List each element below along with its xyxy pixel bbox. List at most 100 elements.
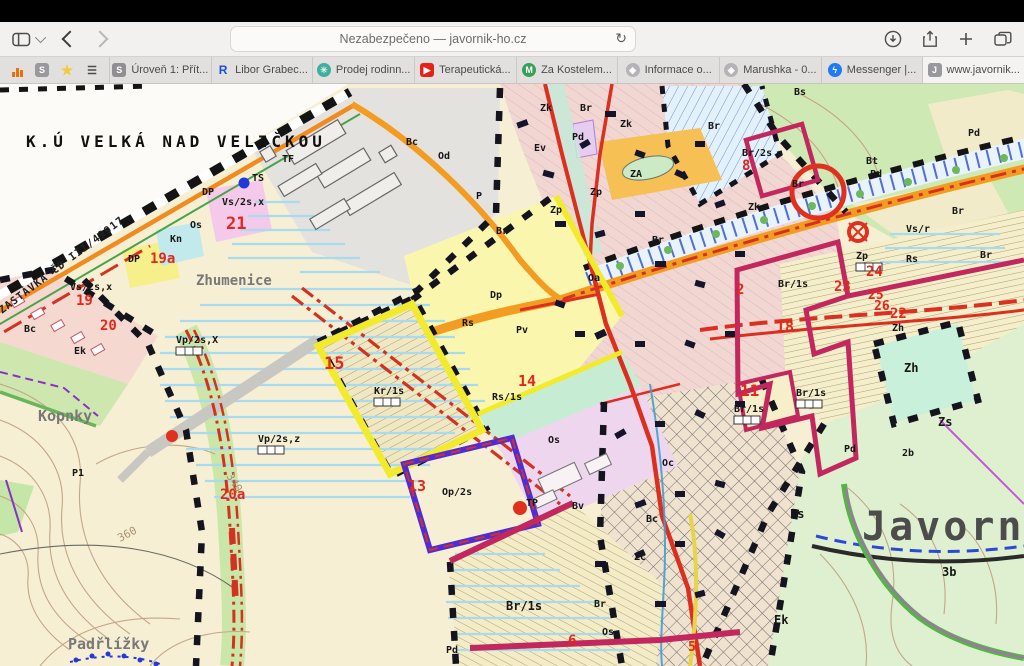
map-label: Kn [170, 234, 182, 245]
map-label: Vp/2s,z [258, 434, 300, 445]
map-label: TS [252, 173, 264, 184]
tab-marushka-0-[interactable]: ◈ Marushka - 0... [719, 57, 821, 83]
map-label: Bc [406, 137, 418, 148]
map-label: 19 [76, 293, 93, 309]
compass-icon: ◈ [626, 63, 640, 77]
map-marker-dot [239, 178, 250, 189]
map-label: Br [980, 250, 992, 261]
tab-label: www.javornik... [947, 64, 1020, 76]
map-label: 22 [890, 306, 907, 322]
map-label: Pd [446, 645, 458, 656]
map-label: Kr/1s [374, 386, 404, 397]
map-label: 8 [742, 158, 750, 174]
tab-label: Terapeutická... [439, 64, 511, 76]
map-label: Br/1s [778, 279, 808, 290]
map-label: 13 [408, 477, 426, 495]
j-badge-icon: J [928, 63, 942, 77]
map-label: Zk [540, 103, 552, 114]
address-text: Nezabezpečeno — javornik-ho.cz [340, 32, 527, 46]
map-label: 18 [776, 318, 794, 336]
browser-window: Nezabezpečeno — javornik-ho.cz ↻ S ★ ☰ SÚr… [0, 0, 1024, 666]
map-label: K.Ú VELKÁ NAD VELIČKOU [26, 132, 326, 151]
map-label: Br [652, 235, 664, 246]
map-label: Padřlížky [68, 635, 149, 653]
tab-label: Libor Grabec... [235, 64, 308, 76]
compass-icon: ◈ [724, 63, 738, 77]
browser-toolbar: Nezabezpečeno — javornik-ho.cz ↻ [0, 22, 1024, 57]
tab--rove-1-p-t-[interactable]: SÚroveň 1: Přít... [109, 57, 211, 83]
map-label: Br [792, 179, 804, 190]
map-label: Pd [572, 132, 584, 143]
tab-label: Prodej rodinn... [336, 64, 411, 76]
map-label: Zh [904, 361, 918, 375]
map-label: Es [790, 507, 804, 521]
map-label: Zk [620, 119, 632, 130]
pinned-tabs: S ★ ☰ [0, 57, 109, 83]
new-tab-icon[interactable] [958, 30, 974, 48]
map-label: Vs/r [906, 224, 930, 235]
map-label: Rs/1s [492, 392, 522, 403]
map-label: Os [602, 627, 614, 638]
tab-informace-o-[interactable]: ◈Informace o... [617, 57, 719, 83]
menu-bar-strip [0, 0, 1024, 22]
tab-terapeutick-[interactable]: ▶Terapeutická... [414, 57, 516, 83]
map-label: Zp [590, 187, 602, 198]
tab-messenger-[interactable]: ϟMessenger |... [821, 57, 923, 83]
map-label: Kopnky [38, 407, 92, 425]
map-label: Bt [866, 156, 878, 167]
tab-overview-icon[interactable] [994, 30, 1012, 48]
map-label: Pd [968, 128, 980, 139]
map-label: Od [438, 151, 450, 162]
map-label: 3b [942, 565, 956, 579]
map-label: 5 [688, 640, 696, 655]
sidebar-icon[interactable] [12, 32, 31, 47]
chevron-down-icon[interactable] [35, 32, 46, 43]
map-label: 2b [902, 448, 914, 459]
map-label: Zp [550, 205, 562, 216]
map-label: 15 [324, 354, 344, 374]
favorites-star-icon[interactable]: ★ [60, 63, 74, 77]
map-label: 26 [874, 299, 890, 314]
map-label: Br/1s [506, 599, 542, 613]
map-label: Pv [516, 325, 528, 336]
map-label: Dp [490, 290, 502, 301]
analytics-icon[interactable] [10, 63, 24, 77]
tab-label: Marushka - 0... [743, 64, 816, 76]
map-label: Bc [24, 324, 36, 335]
tab-za-kostelem-[interactable]: M Za Kostelem... [516, 57, 618, 83]
reload-icon[interactable]: ↻ [615, 30, 627, 47]
map-label: DP [202, 187, 214, 198]
map-label: Zh [892, 323, 904, 334]
globe-teal-icon: ✳ [317, 63, 331, 77]
share-icon[interactable] [922, 30, 938, 48]
tab-prodej-rodinn-[interactable]: ✳ Prodej rodinn... [312, 57, 414, 83]
map-label: Ek [74, 346, 86, 357]
map-label: TF [282, 154, 294, 165]
map-label: Br [496, 226, 508, 237]
map-label: Oa [588, 273, 600, 284]
map-label: Vs/2s,x [222, 197, 264, 208]
map-label: Br [594, 599, 606, 610]
forward-button[interactable] [92, 31, 109, 48]
tab-libor-grabec-[interactable]: RLibor Grabec... [211, 57, 313, 83]
tab-bar: S ★ ☰ SÚroveň 1: Přít...RLibor Grabec... ✳ P… [0, 57, 1024, 84]
tab-www-javornik-[interactable]: Jwww.javornik... [922, 57, 1024, 83]
tab-label: Za Kostelem... [541, 64, 612, 76]
tab-label: Messenger |... [847, 64, 917, 76]
map-label: Vs/2s,x [70, 282, 112, 293]
download-icon[interactable] [884, 30, 902, 48]
zoning-map-canvas[interactable]: K.Ú VELKÁ NAD VELIČKOUZASTÁVKA ČD III/49… [0, 84, 1024, 666]
map-label: Op/2s [442, 487, 472, 498]
m-circle-icon: M [522, 63, 536, 77]
map-label: Bc [646, 514, 658, 525]
back-button[interactable] [62, 31, 79, 48]
map-label: Vp/2s,X [176, 335, 218, 346]
map-viewport[interactable]: K.Ú VELKÁ NAD VELIČKOUZASTÁVKA ČD III/49… [0, 84, 1024, 666]
s-app-icon[interactable]: S [35, 63, 49, 77]
map-label: 19a [150, 251, 175, 267]
address-bar[interactable]: Nezabezpečeno — javornik-ho.cz ↻ [230, 26, 636, 52]
map-label: Ev [534, 143, 546, 154]
s-badge-icon: S [112, 63, 126, 77]
site-logo-icon[interactable]: ☰ [85, 63, 99, 77]
map-label: Os [548, 435, 560, 446]
